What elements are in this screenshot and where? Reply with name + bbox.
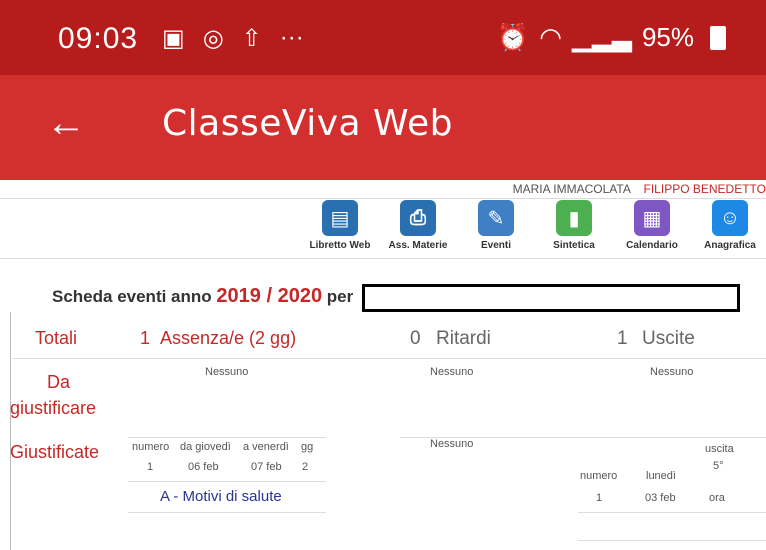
status-time: 09:03 [58, 22, 139, 55]
school-year: 2019 / 2020 [216, 285, 323, 307]
tool-sintetica[interactable]: ▮ Sintetica [538, 200, 610, 260]
signal-icon: ▁▂▃ [571, 22, 632, 52]
libretto-icon: ▤ [322, 200, 358, 236]
user-names: MARIA IMMACOLATA FILIPPO BENEDETTO [513, 182, 766, 196]
uscite-label: Uscite [642, 328, 695, 349]
chrome-icon: ◎ [202, 25, 224, 52]
app-title: ClasseViva Web [162, 103, 453, 144]
tool-libretto-web[interactable]: ▤ Libretto Web [304, 200, 376, 260]
da-giust-assenze: Nessuno [205, 366, 249, 378]
gallery-icon: ▣ [162, 25, 185, 52]
student-name-box [362, 284, 740, 312]
battery-icon [710, 25, 726, 50]
tool-ass-materie[interactable]: ⎙ Ass. Materie [382, 200, 454, 260]
ritardi-label: Ritardi [436, 328, 491, 349]
bar-chart-icon: ▮ [556, 200, 592, 236]
user-name-2[interactable]: FILIPPO BENEDETTO [644, 182, 766, 196]
assenze-count: 1 [140, 328, 151, 348]
uscite-count: 1 [617, 328, 628, 349]
printer-icon: ⎙ [400, 200, 436, 236]
giust-ritardi: Nessuno [430, 438, 474, 450]
person-icon: ☺ [712, 200, 748, 236]
app-bar: ← ClasseViva Web [0, 75, 766, 180]
status-bar: 09:03 ▣ ◎ ⇧ ··· ⏰ ◠ ▁▂▃ 95% [0, 0, 766, 75]
user-name-1: MARIA IMMACOLATA [512, 182, 631, 196]
ritardi-count: 0 [410, 328, 421, 349]
pen-icon: ✎ [478, 200, 514, 236]
page-heading: Scheda eventi anno 2019 / 2020 per [52, 285, 354, 307]
row-label-da: Da [47, 372, 71, 392]
motivo-assenza: A - Motivi di salute [160, 488, 282, 505]
tool-eventi[interactable]: ✎ Eventi [460, 200, 532, 260]
row-label-totali: Totali [35, 328, 78, 348]
wifi-icon: ◠ [539, 22, 562, 52]
tool-anagrafica[interactable]: ☺ Anagrafica [694, 200, 766, 260]
row-label-giustificare: giustificare [10, 398, 97, 418]
tool-calendario[interactable]: ▦ Calendario [616, 200, 688, 260]
upload-icon: ⇧ [241, 25, 262, 52]
row-label-giustificate: Giustificate [10, 442, 100, 462]
da-giust-ritardi: Nessuno [430, 366, 474, 378]
toolbar: ▤ Libretto Web ⎙ Ass. Materie ✎ Eventi ▮… [304, 200, 766, 260]
da-giust-uscite: Nessuno [650, 366, 694, 378]
back-arrow-icon[interactable]: ← [46, 101, 86, 146]
alarm-icon: ⏰ [496, 22, 530, 52]
more-icon: ··· [279, 24, 304, 51]
calendar-icon: ▦ [634, 200, 670, 236]
assenze-label: Assenza/e (2 gg) [160, 328, 297, 348]
battery-level: 95% [641, 22, 694, 52]
